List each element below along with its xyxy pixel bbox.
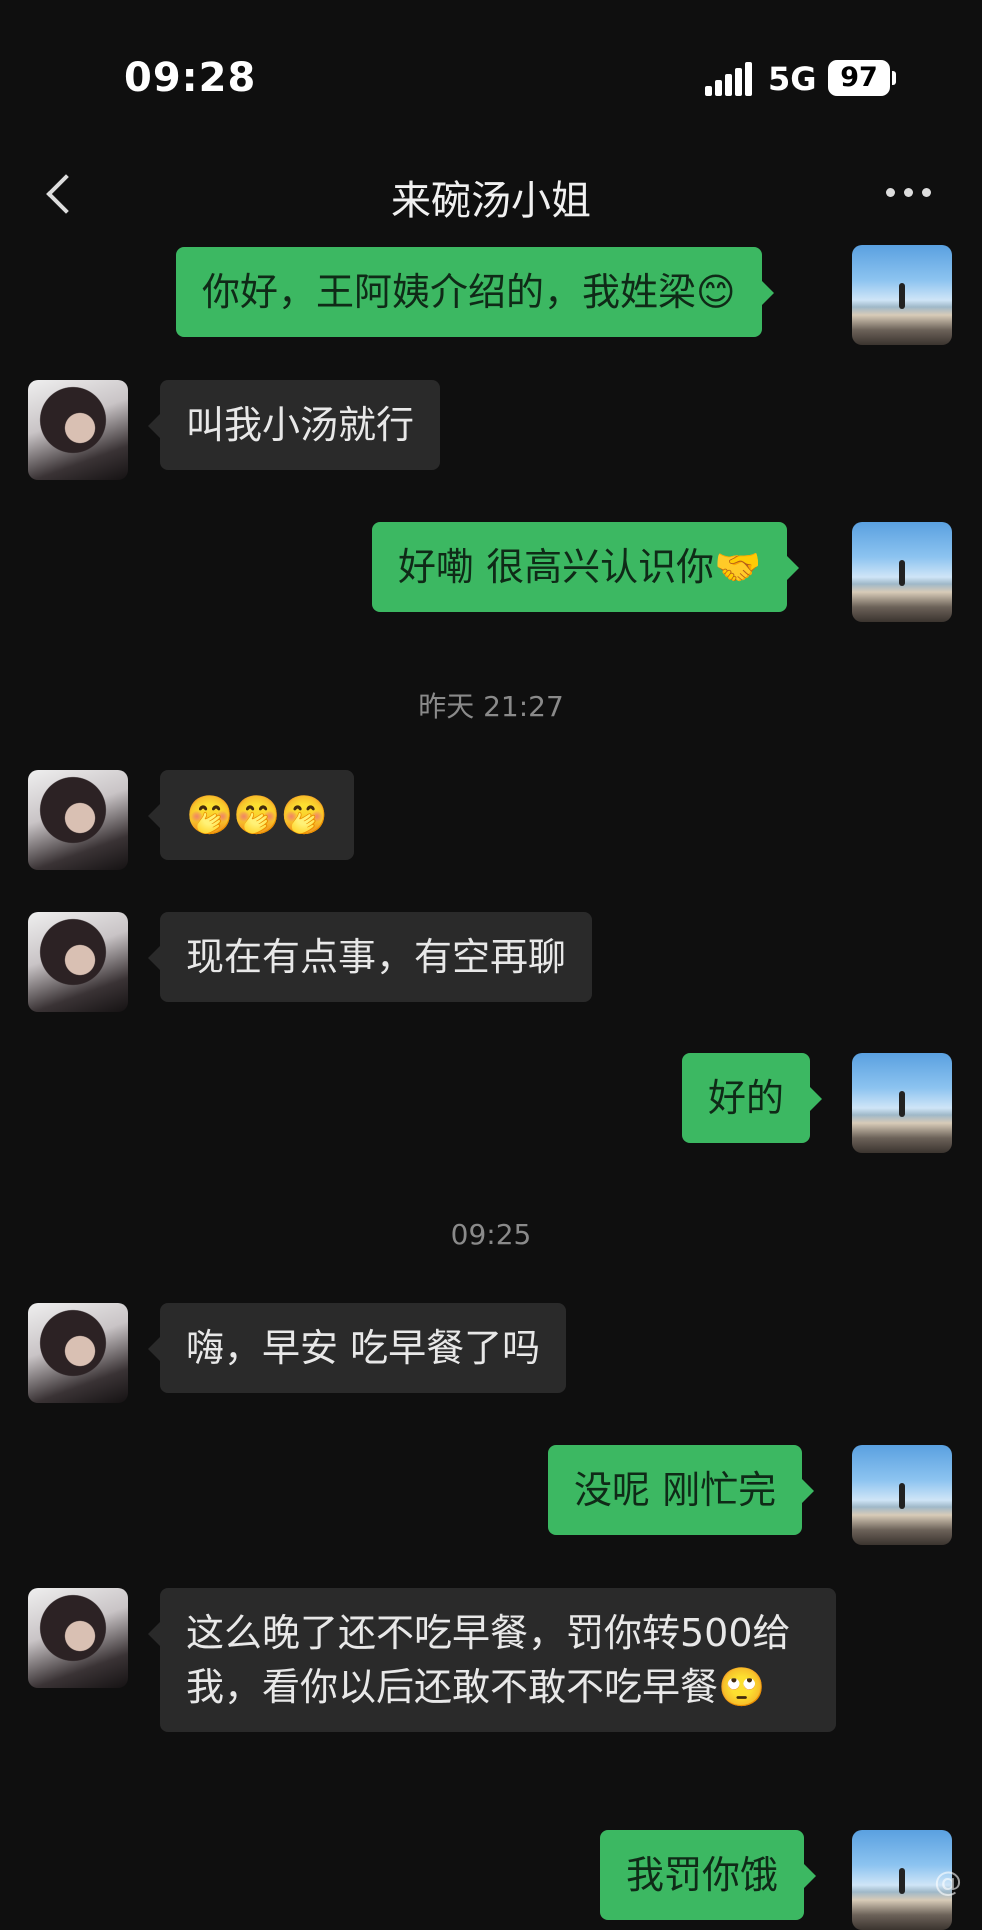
signal-icon — [705, 62, 752, 96]
message-text: 没呢 刚忙完 — [574, 1468, 777, 1512]
more-icon[interactable] — [878, 180, 938, 210]
message-bubble-received[interactable]: 现在有点事，有空再聊 — [147, 912, 593, 1002]
message-text: 叫我小汤就行 — [186, 403, 415, 447]
my-avatar[interactable] — [852, 245, 952, 345]
my-avatar[interactable] — [852, 522, 952, 622]
message-bubble-sent[interactable]: 没呢 刚忙完 — [548, 1445, 815, 1535]
battery-icon: 97 — [828, 60, 896, 96]
message-text: 现在有点事，有空再聊 — [186, 935, 567, 979]
status-time: 09:28 — [124, 55, 257, 101]
message-text: 你好，王阿姨介绍的，我姓梁😊 — [202, 270, 736, 314]
my-avatar[interactable] — [852, 1445, 952, 1545]
chat-header: 来碗汤小姐 — [0, 150, 982, 240]
message-bubble-received[interactable]: 🤭🤭🤭 — [148, 770, 354, 860]
contact-avatar[interactable] — [28, 1588, 128, 1688]
my-avatar[interactable] — [852, 1053, 952, 1153]
contact-avatar[interactable] — [28, 380, 128, 480]
contact-avatar[interactable] — [28, 912, 128, 1012]
chat-title: 来碗汤小姐 — [391, 178, 591, 224]
message-text: 我罚你饿 — [626, 1853, 779, 1897]
contact-avatar[interactable] — [28, 770, 128, 870]
message-bubble-sent[interactable]: 好的 — [682, 1053, 823, 1143]
message-text: 好嘞 很高兴认识你🤝 — [398, 545, 762, 589]
status-bar: 09:28 5G 97 — [0, 0, 982, 150]
message-text: 好的 — [708, 1076, 785, 1120]
message-bubble-received[interactable]: 叫我小汤就行 — [147, 380, 441, 470]
message-text: 这么晚了还不吃早餐，罚你转500给我，看你以后还敢不敢不吃早餐🙄 — [186, 1611, 791, 1709]
message-bubble-received[interactable]: 嗨，早安 吃早餐了吗 — [147, 1303, 567, 1393]
message-bubble-sent[interactable]: 我罚你饿 — [600, 1830, 817, 1920]
contact-avatar[interactable] — [28, 1303, 128, 1403]
message-bubble-sent[interactable]: 好嘞 很高兴认识你🤝 — [372, 522, 800, 612]
message-bubble-received[interactable]: 这么晚了还不吃早餐，罚你转500给我，看你以后还敢不敢不吃早餐🙄 — [148, 1588, 836, 1732]
message-text: 🤭🤭🤭 — [186, 793, 328, 837]
network-label: 5G — [768, 60, 817, 98]
timestamp: 09:25 — [450, 1218, 532, 1251]
message-text: 嗨，早安 吃早餐了吗 — [186, 1326, 541, 1370]
timestamp: 昨天 21:27 — [418, 690, 564, 723]
watermark: @ — [934, 1865, 962, 1898]
message-bubble-sent[interactable]: 你好，王阿姨介绍的，我姓梁😊 — [176, 247, 774, 337]
